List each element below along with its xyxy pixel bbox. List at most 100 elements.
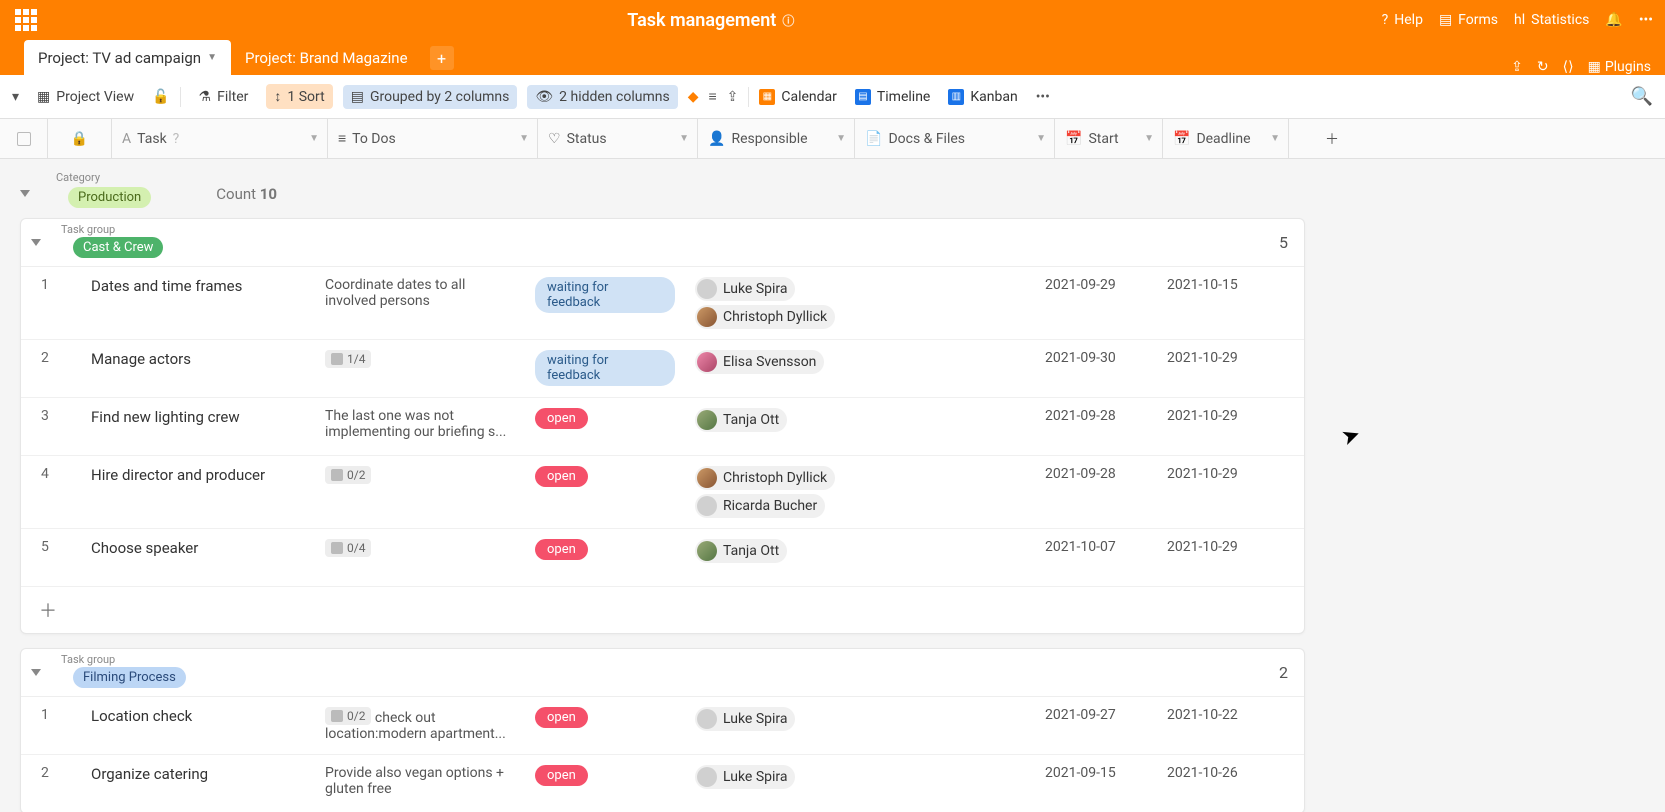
- group-chip[interactable]: Filming Process: [73, 667, 186, 688]
- table-row[interactable]: 4 Hire director and producer 0/2 open Ch…: [21, 456, 1304, 529]
- statistics-link[interactable]: hlStatistics: [1514, 12, 1589, 28]
- person-chip[interactable]: Elisa Svensson: [695, 350, 824, 374]
- row-height-icon[interactable]: ≡: [708, 88, 716, 105]
- tab-inactive[interactable]: Project: Brand Magazine: [231, 40, 422, 75]
- responsible-cell[interactable]: Elisa Svensson: [685, 340, 885, 397]
- person-chip[interactable]: Luke Spira: [695, 707, 795, 731]
- deadline-cell[interactable]: 2021-10-29: [1157, 340, 1277, 397]
- task-cell[interactable]: Location check: [81, 697, 315, 754]
- deadline-cell[interactable]: 2021-10-15: [1157, 267, 1277, 339]
- project-view-button[interactable]: ▦ Project View: [29, 85, 142, 109]
- start-cell[interactable]: 2021-09-29: [1035, 267, 1157, 339]
- select-all-checkbox[interactable]: [0, 119, 48, 158]
- lock-open-icon[interactable]: 🔓: [152, 89, 169, 105]
- start-cell[interactable]: 2021-09-30: [1035, 340, 1157, 397]
- status-cell[interactable]: waiting for feedback: [525, 340, 685, 397]
- responsible-cell[interactable]: Luke Spira: [685, 697, 885, 754]
- docs-cell[interactable]: [885, 267, 1035, 339]
- info-icon[interactable]: ⓘ: [782, 12, 794, 29]
- history-icon[interactable]: ↻: [1537, 59, 1549, 75]
- collapse-icon[interactable]: ▾: [12, 89, 19, 105]
- group-button[interactable]: ▤ Grouped by 2 columns: [343, 85, 518, 109]
- start-cell[interactable]: 2021-10-07: [1035, 529, 1157, 586]
- todo-cell[interactable]: Coordinate dates to all involved persons: [315, 267, 525, 339]
- deadline-cell[interactable]: 2021-10-29: [1157, 456, 1277, 528]
- more-views-icon[interactable]: •••: [1036, 89, 1050, 105]
- deadline-cell[interactable]: 2021-10-22: [1157, 697, 1277, 754]
- todo-cell[interactable]: 0/2: [315, 456, 525, 528]
- hidden-cols-button[interactable]: 👁 2 hidden columns: [527, 85, 677, 109]
- share-icon[interactable]: ⇪: [1511, 59, 1523, 75]
- sort-button[interactable]: ↕ 1 Sort: [266, 84, 332, 109]
- task-cell[interactable]: Manage actors: [81, 340, 315, 397]
- collapse-group-icon[interactable]: [31, 669, 41, 676]
- api-icon[interactable]: ⟨⟩: [1563, 59, 1574, 75]
- col-status[interactable]: ♡ Status▼: [538, 119, 698, 158]
- responsible-cell[interactable]: Tanja Ott: [685, 398, 885, 455]
- lock-column-icon[interactable]: 🔒: [48, 119, 112, 158]
- status-cell[interactable]: open: [525, 697, 685, 754]
- table-row[interactable]: 2 Manage actors 1/4 waiting for feedback…: [21, 340, 1304, 398]
- table-row[interactable]: 1 Dates and time frames Coordinate dates…: [21, 267, 1304, 340]
- deadline-cell[interactable]: 2021-10-29: [1157, 529, 1277, 586]
- paint-icon[interactable]: ◆: [688, 89, 699, 105]
- share2-icon[interactable]: ⇪: [727, 89, 739, 105]
- table-row[interactable]: 5 Choose speaker 0/4 open Tanja Ott 2021…: [21, 529, 1304, 587]
- tab-active[interactable]: Project: TV ad campaign ▼: [24, 40, 231, 75]
- notifications-icon[interactable]: 🔔: [1605, 12, 1622, 28]
- more-icon[interactable]: •••: [1639, 12, 1653, 28]
- docs-cell[interactable]: [885, 755, 1035, 812]
- status-cell[interactable]: waiting for feedback: [525, 267, 685, 339]
- todo-cell[interactable]: Provide also vegan options + gluten free: [315, 755, 525, 812]
- responsible-cell[interactable]: Luke Spira Christoph Dyllick: [685, 267, 885, 339]
- person-chip[interactable]: Christoph Dyllick: [695, 305, 835, 329]
- todo-cell[interactable]: 1/4: [315, 340, 525, 397]
- start-cell[interactable]: 2021-09-27: [1035, 697, 1157, 754]
- deadline-cell[interactable]: 2021-10-26: [1157, 755, 1277, 812]
- docs-cell[interactable]: [885, 456, 1035, 528]
- category-chip[interactable]: Production: [68, 187, 151, 208]
- responsible-cell[interactable]: Luke Spira: [685, 755, 885, 812]
- person-chip[interactable]: Tanja Ott: [695, 539, 787, 563]
- table-row[interactable]: 2 Organize catering Provide also vegan o…: [21, 755, 1304, 812]
- group-chip[interactable]: Cast & Crew: [73, 237, 163, 258]
- docs-cell[interactable]: [885, 340, 1035, 397]
- person-chip[interactable]: Tanja Ott: [695, 408, 787, 432]
- docs-cell[interactable]: [885, 529, 1035, 586]
- docs-cell[interactable]: [885, 697, 1035, 754]
- timeline-view[interactable]: ▤Timeline: [855, 89, 930, 105]
- status-cell[interactable]: open: [525, 755, 685, 812]
- person-chip[interactable]: Christoph Dyllick: [695, 466, 835, 490]
- docs-cell[interactable]: [885, 398, 1035, 455]
- collapse-category-icon[interactable]: [20, 190, 30, 197]
- col-start[interactable]: 📅 Start▼: [1055, 119, 1163, 158]
- responsible-cell[interactable]: Christoph Dyllick Ricarda Bucher: [685, 456, 885, 528]
- add-tab-button[interactable]: +: [430, 46, 454, 70]
- task-cell[interactable]: Find new lighting crew: [81, 398, 315, 455]
- add-row-button[interactable]: ＋: [21, 587, 1304, 633]
- help-link[interactable]: ?Help: [1382, 12, 1423, 28]
- person-chip[interactable]: Luke Spira: [695, 277, 795, 301]
- person-chip[interactable]: Ricarda Bucher: [695, 494, 825, 518]
- forms-link[interactable]: ▤Forms: [1439, 12, 1498, 28]
- todo-cell[interactable]: 0/4: [315, 529, 525, 586]
- plugins-button[interactable]: ▦ Plugins: [1588, 59, 1651, 75]
- col-docs[interactable]: 📄 Docs & Files▼: [855, 119, 1055, 158]
- calendar-view[interactable]: ▦Calendar: [759, 89, 837, 105]
- table-row[interactable]: 3 Find new lighting crew The last one wa…: [21, 398, 1304, 456]
- collapse-group-icon[interactable]: [31, 239, 41, 246]
- col-responsible[interactable]: 👤 Responsible▼: [698, 119, 855, 158]
- chevron-down-icon[interactable]: ▼: [207, 52, 217, 63]
- kanban-view[interactable]: ▥Kanban: [948, 89, 1017, 105]
- task-cell[interactable]: Organize catering: [81, 755, 315, 812]
- status-cell[interactable]: open: [525, 529, 685, 586]
- add-column-button[interactable]: ＋: [1289, 119, 1375, 158]
- col-todos[interactable]: ≡ To Dos▼: [328, 119, 538, 158]
- responsible-cell[interactable]: Tanja Ott: [685, 529, 885, 586]
- task-cell[interactable]: Choose speaker: [81, 529, 315, 586]
- status-cell[interactable]: open: [525, 398, 685, 455]
- task-cell[interactable]: Hire director and producer: [81, 456, 315, 528]
- col-deadline[interactable]: 📅 Deadline▼: [1163, 119, 1289, 158]
- search-icon[interactable]: 🔍: [1631, 86, 1653, 107]
- status-cell[interactable]: open: [525, 456, 685, 528]
